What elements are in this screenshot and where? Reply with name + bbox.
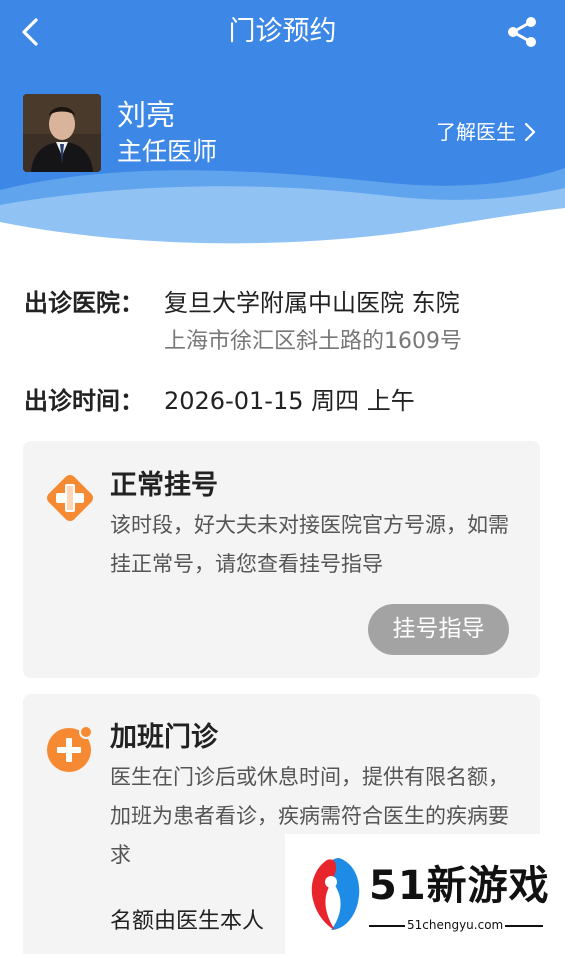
extra-clinic-note: 名额由医生本人	[110, 909, 265, 934]
watermark-divider-left	[369, 925, 405, 927]
doctor-name: 刘亮	[117, 98, 176, 132]
about-doctor-link[interactable]: 了解医生	[436, 116, 536, 148]
about-doctor-label: 了解医生	[436, 120, 516, 144]
hospital-name: 复旦大学附属中山医院 东院	[164, 289, 460, 317]
normal-registration-card: 正常挂号 该时段，好大夫未对接医院官方号源，如需挂正常号，请您查看挂号指导 挂号…	[23, 441, 540, 678]
watermark-logo-icon	[311, 858, 360, 930]
share-icon[interactable]	[504, 14, 540, 50]
registration-guide-button[interactable]: 挂号指导	[368, 604, 509, 655]
medical-cross-diamond-icon	[47, 475, 93, 521]
normal-registration-desc: 该时段，好大夫未对接医院官方号源，如需挂正常号，请您查看挂号指导	[110, 513, 509, 576]
header-banner: 门诊预约 刘亮 主任医师 了解医生	[0, 0, 565, 250]
hospital-label: 出诊医院：	[24, 289, 144, 317]
doctor-portrait-image	[23, 94, 101, 172]
visit-time: 2026-01-15 周四 上午	[164, 387, 415, 415]
time-label: 出诊时间：	[24, 387, 144, 415]
extra-clinic-title: 加班门诊	[110, 722, 218, 753]
watermark-url: 51chengyu.com	[407, 918, 504, 932]
page-title: 门诊预约	[228, 16, 337, 47]
watermark-text: 51新游戏	[369, 863, 550, 909]
chevron-right-icon	[524, 122, 536, 142]
normal-registration-title: 正常挂号	[110, 470, 218, 501]
appointment-page: 门诊预约 刘亮 主任医师 了解医生 出诊医院： 复旦大学附属中山医院 东院 上海…	[0, 0, 565, 954]
doctor-avatar[interactable]	[23, 94, 101, 172]
doctor-title: 主任医师	[117, 137, 218, 166]
plus-badge-icon	[47, 725, 93, 772]
hospital-address: 上海市徐汇区斜土路的1609号	[164, 329, 462, 354]
site-watermark: 51新游戏 51chengyu.com	[285, 834, 565, 954]
watermark-divider-right	[505, 925, 543, 927]
